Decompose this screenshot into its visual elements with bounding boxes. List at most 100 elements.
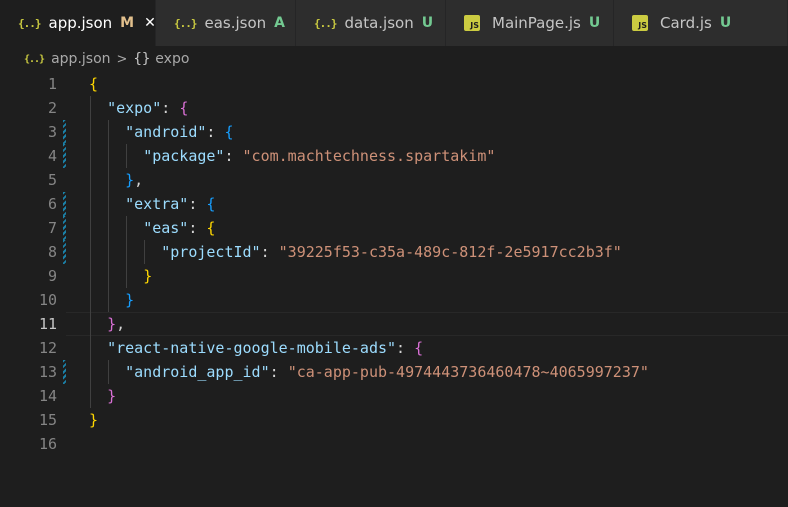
punctuation: , — [116, 315, 126, 333]
code-text: "extra": { — [89, 192, 215, 216]
code-line[interactable]: 5 }, — [0, 168, 788, 192]
line-number: 13 — [38, 363, 57, 381]
line-number: 15 — [38, 411, 57, 429]
code-line[interactable]: 7 "eas": { — [0, 216, 788, 240]
code-line[interactable]: 2 "expo": { — [0, 96, 788, 120]
code-text: "android_app_id": "ca-app-pub-4974443736… — [89, 360, 649, 384]
git-modified-marker[interactable] — [63, 240, 66, 264]
json-file-icon: {..} — [314, 16, 337, 30]
punctuation — [89, 99, 107, 117]
code-text: { — [89, 72, 98, 96]
line-number: 2 — [47, 99, 57, 117]
code-line[interactable]: 6 "extra": { — [0, 192, 788, 216]
json-key: "react-native-google-mobile-ads" — [107, 339, 397, 357]
js-file-icon: JS — [632, 15, 648, 31]
code-line[interactable]: 8 "projectId": "39225f53-c35a-489c-812f-… — [0, 240, 788, 264]
code-text: "android": { — [89, 120, 234, 144]
line-number: 5 — [47, 171, 57, 189]
code-text: } — [89, 288, 134, 312]
code-line[interactable]: 3 "android": { — [0, 120, 788, 144]
punctuation — [89, 315, 107, 333]
punctuation — [89, 147, 143, 165]
code-text: "react-native-google-mobile-ads": { — [89, 336, 423, 360]
code-line[interactable]: 16 — [0, 432, 788, 456]
punctuation: : — [206, 123, 225, 141]
punctuation: : — [188, 195, 207, 213]
json-string: "ca-app-pub-4974443736460478~4065997237" — [287, 363, 649, 381]
line-number: 7 — [47, 219, 57, 237]
punctuation — [89, 267, 143, 285]
line-number: 14 — [38, 387, 57, 405]
breadcrumb-symbol[interactable]: expo — [155, 51, 189, 67]
json-key: "package" — [143, 147, 225, 165]
bracket: { — [89, 75, 99, 93]
git-status-badge: U — [421, 15, 434, 31]
git-status-badge: A — [274, 15, 286, 31]
git-modified-marker[interactable] — [63, 360, 66, 384]
json-file-icon: {..} — [24, 53, 45, 65]
punctuation — [89, 387, 107, 405]
code-line[interactable]: 10 } — [0, 288, 788, 312]
code-text: } — [89, 408, 98, 432]
line-number: 1 — [47, 75, 57, 93]
json-key: "extra" — [125, 195, 189, 213]
code-line[interactable]: 14 } — [0, 384, 788, 408]
git-status-badge: U — [719, 15, 732, 31]
tab-label: MainPage.js — [492, 14, 581, 32]
line-number: 9 — [47, 267, 57, 285]
punctuation — [89, 363, 125, 381]
bracket: } — [143, 267, 153, 285]
git-status-badge: M — [120, 15, 135, 31]
code-line[interactable]: 13 "android_app_id": "ca-app-pub-4974443… — [0, 360, 788, 384]
code-line[interactable]: 11 }, — [0, 312, 788, 336]
json-file-icon: {..} — [174, 16, 197, 30]
git-modified-marker[interactable] — [63, 192, 66, 216]
bracket: { — [224, 123, 234, 141]
json-string: "com.machtechness.spartakim" — [242, 147, 496, 165]
bracket: { — [206, 195, 216, 213]
git-modified-marker[interactable] — [63, 120, 66, 144]
punctuation: , — [134, 171, 144, 189]
punctuation: : — [396, 339, 415, 357]
punctuation — [89, 339, 107, 357]
git-modified-marker[interactable] — [63, 144, 66, 168]
punctuation: : — [188, 219, 207, 237]
bracket: } — [89, 411, 99, 429]
code-text: }, — [89, 312, 125, 336]
tab-label: eas.json — [204, 14, 267, 32]
code-line[interactable]: 4 "package": "com.machtechness.spartakim… — [0, 144, 788, 168]
code-line[interactable]: 12 "react-native-google-mobile-ads": { — [0, 336, 788, 360]
punctuation: : — [260, 243, 279, 261]
line-number: 10 — [38, 291, 57, 309]
line-number: 8 — [47, 243, 57, 261]
tab-bar: {..} app.json M ✕ {..} eas.json A {..} data.json… — [0, 0, 788, 46]
code-text: } — [89, 384, 116, 408]
json-key: "eas" — [143, 219, 189, 237]
punctuation: : — [161, 99, 180, 117]
tab-eas-json[interactable]: {..} eas.json A — [156, 0, 296, 46]
line-number: 6 — [47, 195, 57, 213]
code-editor[interactable]: 1{2 "expo": {3 "android": {4 "package": … — [0, 72, 788, 507]
json-key: "android" — [125, 123, 207, 141]
git-status-badge: U — [588, 15, 601, 31]
code-line[interactable]: 15} — [0, 408, 788, 432]
tab-label: app.json — [48, 14, 113, 32]
code-line[interactable]: 9 } — [0, 264, 788, 288]
tab-data-json[interactable]: {..} data.json U — [296, 0, 446, 46]
tab-mainpage-js[interactable]: JS MainPage.js U — [446, 0, 614, 46]
close-tab-icon[interactable]: ✕ — [144, 15, 156, 31]
bracket: { — [179, 99, 189, 117]
breadcrumb-file[interactable]: app.json — [51, 51, 110, 67]
code-text: "package": "com.machtechness.spartakim" — [89, 144, 495, 168]
tab-app-json[interactable]: {..} app.json M ✕ — [0, 0, 156, 46]
punctuation — [89, 123, 125, 141]
tab-card-js[interactable]: JS Card.js U — [614, 0, 788, 46]
breadcrumb: {..} app.json > {} expo — [0, 46, 788, 72]
code-text: }, — [89, 168, 143, 192]
git-modified-marker[interactable] — [63, 216, 66, 240]
code-text: "projectId": "39225f53-c35a-489c-812f-2e… — [89, 240, 622, 264]
current-line-highlight — [66, 312, 788, 336]
punctuation — [89, 291, 125, 309]
line-number: 16 — [38, 435, 57, 453]
code-line[interactable]: 1{ — [0, 72, 788, 96]
